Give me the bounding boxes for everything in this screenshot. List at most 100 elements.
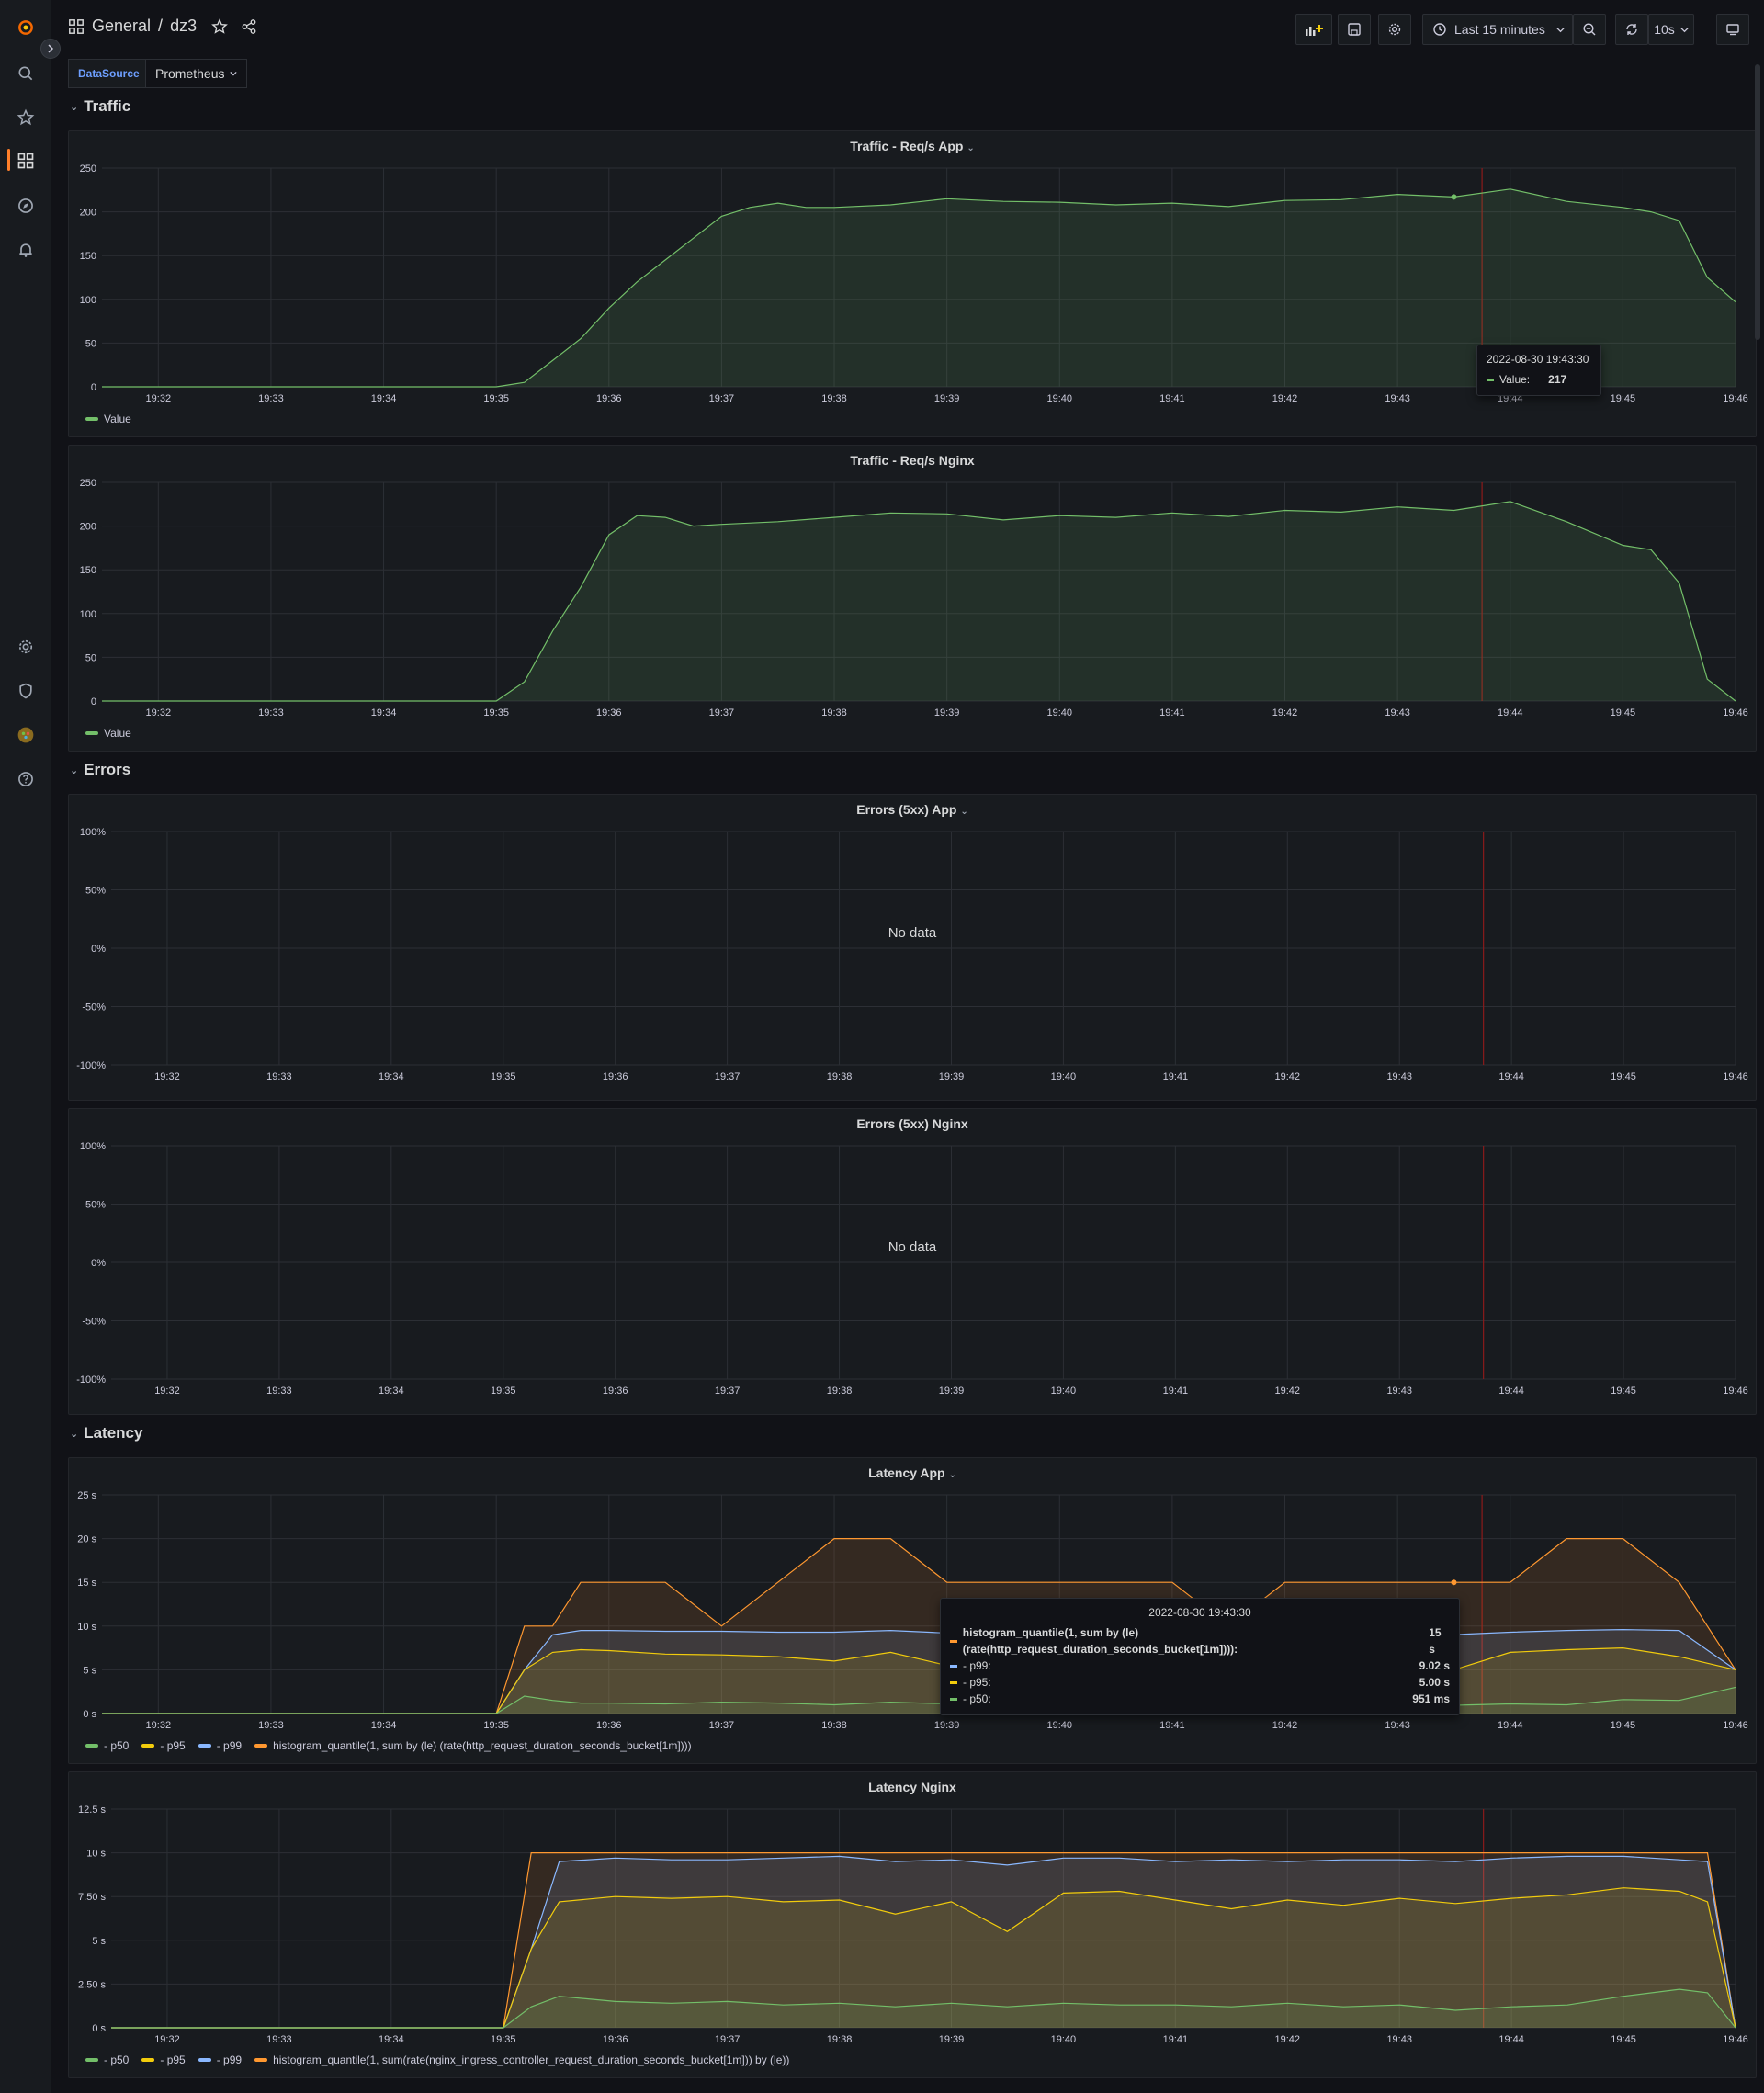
breadcrumb-folder[interactable]: General (92, 17, 151, 36)
legend-item[interactable]: - p95 (141, 1739, 186, 1752)
legend-swatch (198, 1744, 211, 1748)
grafana-logo-icon[interactable] (13, 15, 39, 40)
y-tick-label: 100 (80, 609, 96, 620)
x-tick-label: 19:32 (146, 707, 172, 718)
x-tick-label: 19:41 (1163, 1386, 1189, 1397)
legend-swatch (254, 2058, 268, 2062)
tooltip-label: - p95: (963, 1676, 991, 1689)
latency-app-chart[interactable]: 25 s 20 s 15 s 10 s 5 s 0 s 19:32 19:33 19:34 19:… (69, 1458, 1758, 1765)
row-latency[interactable]: ⌄ Latency (70, 1424, 142, 1442)
x-tick-label: 19:42 (1272, 1720, 1298, 1731)
refresh-interval-picker[interactable]: 10s (1648, 14, 1694, 45)
x-tick-label: 19:32 (154, 1071, 180, 1082)
tooltip-label: - p50: (963, 1692, 991, 1705)
x-tick-label: 19:42 (1275, 1386, 1301, 1397)
help-icon[interactable] (13, 766, 39, 792)
legend-label: - p50 (104, 1739, 130, 1752)
time-range-picker[interactable]: Last 15 minutes (1422, 14, 1573, 45)
x-tick-label: 19:46 (1723, 1071, 1748, 1082)
chevron-down-icon (1680, 27, 1689, 32)
x-tick-label: 19:43 (1386, 2034, 1412, 2045)
shield-icon[interactable] (13, 678, 39, 704)
legend-item[interactable]: histogram_quantile(1, sum(rate(nginx_ing… (254, 2053, 789, 2066)
configuration-gear-icon[interactable] (13, 634, 39, 660)
legend-swatch (85, 2058, 98, 2062)
tooltip-swatch (950, 1664, 957, 1668)
x-tick-label: 19:34 (379, 1386, 404, 1397)
scrollbar[interactable] (1755, 64, 1760, 340)
x-tick-label: 19:43 (1386, 1386, 1412, 1397)
dashboards-icon[interactable] (13, 148, 39, 174)
x-tick-label: 19:33 (258, 393, 284, 404)
legend-swatch (198, 2058, 211, 2062)
x-tick-label: 19:34 (371, 393, 397, 404)
row-errors-title: Errors (84, 761, 131, 778)
x-tick-label: 19:37 (715, 2034, 741, 2045)
add-panel-button[interactable] (1295, 14, 1332, 45)
datasource-variable-value: Prometheus (155, 66, 225, 81)
y-tick-label: 0 (91, 382, 96, 393)
x-tick-label: 19:35 (483, 393, 509, 404)
y-tick-label: 20 s (77, 1534, 96, 1545)
x-tick-label: 19:42 (1275, 1071, 1301, 1082)
star-icon[interactable] (211, 17, 229, 35)
traffic-nginx-chart[interactable]: 250 200 150 100 50 0 19:32 19:33 19:34 19:35 19:36… (69, 446, 1758, 752)
y-tick-label: 2.50 s (78, 1979, 106, 1990)
x-tick-label: 19:36 (603, 1071, 628, 1082)
tooltip-label: Value: (1499, 373, 1531, 386)
legend-item[interactable]: - p95 (141, 2053, 186, 2066)
legend-item[interactable]: - p99 (198, 1739, 242, 1752)
legend-label: Value (104, 727, 131, 740)
avatar[interactable] (13, 722, 39, 748)
legend-item[interactable]: - p99 (198, 2053, 242, 2066)
x-tick-label: 19:43 (1385, 393, 1410, 404)
x-tick-label: 19:35 (483, 1720, 509, 1731)
errors-nginx-chart[interactable]: 100% 50% 0% -50% -100% 19:32 19:33 19:34 19:35 19… (69, 1109, 1758, 1416)
x-tick-label: 19:37 (715, 1386, 741, 1397)
x-tick-label: 19:41 (1163, 1071, 1189, 1082)
datasource-variable-select[interactable]: Prometheus (145, 59, 248, 88)
search-icon[interactable] (13, 61, 39, 86)
zoom-out-button[interactable] (1573, 14, 1606, 45)
explore-compass-icon[interactable] (13, 193, 39, 219)
y-tick-label: -50% (82, 1002, 106, 1013)
alerting-bell-icon[interactable] (13, 237, 39, 263)
x-tick-label: 19:42 (1272, 393, 1298, 404)
legend-label: - p99 (216, 1739, 243, 1752)
dashboard-settings-button[interactable] (1378, 14, 1411, 45)
legend-label: histogram_quantile(1, sum by (le) (rate(… (273, 1739, 692, 1752)
star-icon[interactable] (13, 105, 39, 130)
refresh-button[interactable] (1615, 14, 1648, 45)
x-tick-label: 19:40 (1047, 707, 1073, 718)
legend-item[interactable]: - p50 (85, 2053, 129, 2066)
save-dashboard-button[interactable] (1338, 14, 1371, 45)
latency-nginx-chart[interactable]: 12.5 s 10 s 7.50 s 5 s 2.50 s 0 s 19:32 19:33 19… (69, 1772, 1758, 2079)
x-tick-label: 19:44 (1498, 2034, 1524, 2045)
x-tick-label: 19:35 (483, 707, 509, 718)
row-traffic[interactable]: ⌄ Traffic (70, 97, 130, 116)
y-tick-label: -100% (76, 1060, 106, 1071)
legend-item[interactable]: Value (85, 413, 131, 425)
legend: Value (85, 413, 131, 425)
chevron-right-icon (48, 44, 54, 53)
x-tick-label: 19:46 (1723, 1386, 1748, 1397)
tooltip-value: 5.00 s (1419, 1676, 1450, 1689)
y-tick-label: 7.50 s (78, 1892, 106, 1903)
legend-label: - p95 (160, 1739, 186, 1752)
legend-item[interactable]: - p50 (85, 1739, 129, 1752)
legend-item[interactable]: histogram_quantile(1, sum by (le) (rate(… (254, 1739, 692, 1752)
dashboard-title[interactable]: dz3 (170, 17, 197, 36)
variable-label: DataSource (68, 59, 150, 88)
x-tick-label: 19:36 (603, 2034, 628, 2045)
expand-sidebar-button[interactable] (40, 39, 61, 59)
x-tick-label: 19:37 (709, 1720, 735, 1731)
panel-latency-app: Latency App ⌄ 25 s 20 s 15 s 10 s5 s0 s 19:3… (68, 1457, 1757, 1764)
errors-app-chart[interactable]: 100% 50% 0% -50% -100% 19:32 19:33 19:34 19:35 19… (69, 795, 1758, 1102)
row-errors[interactable]: ⌄ Errors (70, 761, 130, 779)
share-icon[interactable] (241, 18, 257, 35)
chevron-down-icon: ⌄ (70, 101, 79, 113)
legend-item[interactable]: Value (85, 727, 131, 740)
x-tick-label: 19:40 (1051, 2034, 1077, 2045)
tv-mode-button[interactable] (1716, 14, 1749, 45)
clock-icon (1433, 23, 1446, 36)
